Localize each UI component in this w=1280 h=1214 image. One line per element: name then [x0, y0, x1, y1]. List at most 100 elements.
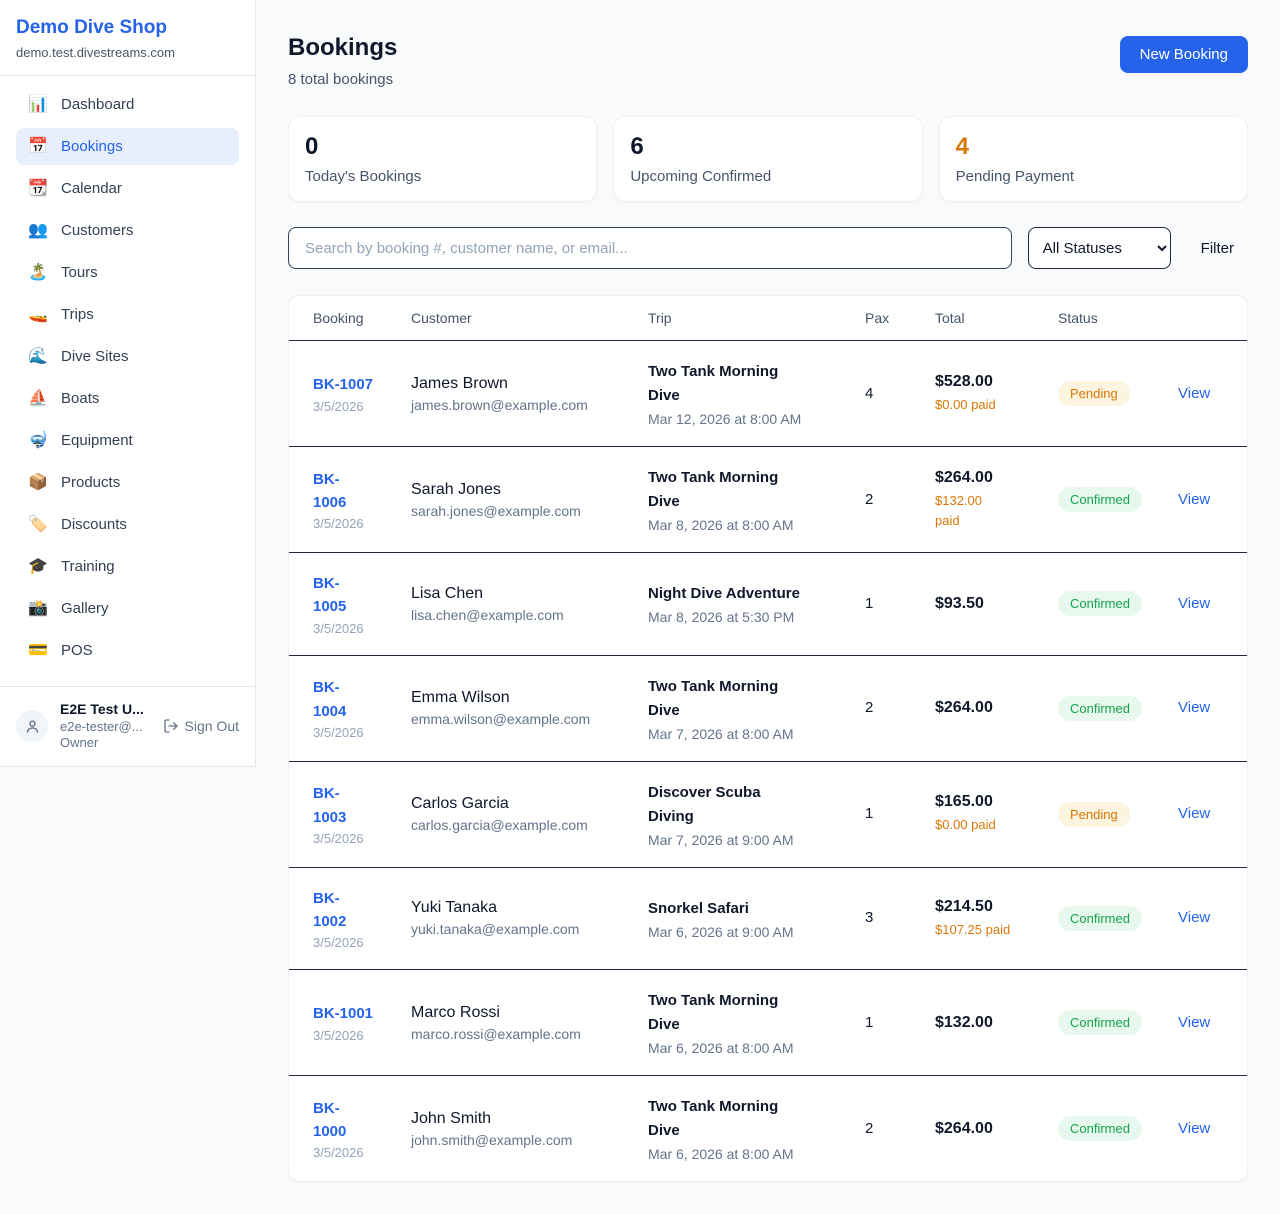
sign-out-button[interactable]: Sign Out	[163, 718, 239, 734]
search-input[interactable]	[288, 227, 1012, 269]
pax-count: 2	[865, 491, 873, 508]
island-icon: 🏝️	[28, 265, 48, 281]
sidebar: Demo Dive Shop demo.test.divestreams.com…	[0, 0, 256, 767]
controls-row: All Statuses Filter	[288, 227, 1248, 269]
graduation-cap-icon: 🎓	[28, 559, 48, 575]
sidebar-item-boats[interactable]: ⛵ Boats	[16, 380, 239, 417]
trip-datetime: Mar 6, 2026 at 9:00 AM	[648, 924, 845, 940]
sidebar-item-dive-sites[interactable]: 🌊 Dive Sites	[16, 338, 239, 375]
total-amount: $264.00	[935, 699, 1038, 717]
view-link[interactable]: View	[1178, 385, 1210, 402]
user-info: E2E Test U... e2e-tester@... Owner	[60, 701, 151, 752]
status-badge: Confirmed	[1058, 1010, 1142, 1035]
sidebar-item-customers[interactable]: 👥 Customers	[16, 212, 239, 249]
pax-count: 1	[865, 595, 873, 612]
pax-count: 2	[865, 1120, 873, 1137]
bookings-count: 8 total bookings	[288, 71, 397, 88]
sidebar-item-discounts[interactable]: 🏷️ Discounts	[16, 506, 239, 543]
dive-mask-icon: 🤿	[28, 433, 48, 449]
booking-id-link[interactable]: BK- 1005	[313, 572, 346, 619]
sidebar-item-tours[interactable]: 🏝️ Tours	[16, 254, 239, 291]
total-amount: $132.00	[935, 1014, 1038, 1032]
customer-email: yuki.tanaka@example.com	[411, 921, 628, 937]
booking-id-link[interactable]: BK- 1002	[313, 887, 346, 934]
trip-name: Two Tank Morning Dive	[648, 360, 845, 408]
table-row: BK- 1003 3/5/2026 Carlos Garcia carlos.g…	[289, 761, 1248, 867]
col-header-pax: Pax	[855, 296, 925, 341]
booking-id-link[interactable]: BK-1001	[313, 1002, 373, 1025]
calendar-icon: 📆	[28, 181, 48, 197]
sidebar-item-gallery[interactable]: 📸 Gallery	[16, 590, 239, 627]
view-link[interactable]: View	[1178, 909, 1210, 926]
booking-date: 3/5/2026	[313, 621, 391, 636]
customer-name: Lisa Chen	[411, 585, 628, 603]
col-header-total: Total	[925, 296, 1048, 341]
customer-name: John Smith	[411, 1110, 628, 1128]
view-link[interactable]: View	[1178, 491, 1210, 508]
trip-datetime: Mar 8, 2026 at 8:00 AM	[648, 517, 845, 533]
sidebar-item-label: Boats	[61, 390, 99, 407]
pax-count: 3	[865, 909, 873, 926]
sidebar-item-label: Gallery	[61, 600, 109, 617]
status-badge: Pending	[1058, 381, 1130, 406]
sidebar-item-label: Discounts	[61, 516, 127, 533]
sidebar-item-bookings[interactable]: 📅 Bookings	[16, 128, 239, 165]
trip-datetime: Mar 7, 2026 at 9:00 AM	[648, 832, 845, 848]
table-row: BK- 1000 3/5/2026 John Smith john.smith@…	[289, 1076, 1248, 1182]
new-booking-button[interactable]: New Booking	[1120, 36, 1248, 73]
stats-row: 0 Today's Bookings 6 Upcoming Confirmed …	[288, 116, 1248, 202]
trip-name: Snorkel Safari	[648, 897, 845, 921]
trip-name: Two Tank Morning Dive	[648, 1095, 845, 1143]
sidebar-item-products[interactable]: 📦 Products	[16, 464, 239, 501]
booking-id-link[interactable]: BK-1007	[313, 373, 373, 396]
sidebar-item-label: Equipment	[61, 432, 133, 449]
trip-datetime: Mar 6, 2026 at 8:00 AM	[648, 1146, 845, 1162]
customer-name: James Brown	[411, 375, 628, 393]
status-filter-select[interactable]: All Statuses	[1028, 227, 1171, 269]
booking-id-link[interactable]: BK- 1003	[313, 782, 346, 829]
view-link[interactable]: View	[1178, 699, 1210, 716]
trip-name: Night Dive Adventure	[648, 582, 845, 606]
sidebar-item-dashboard[interactable]: 📊 Dashboard	[16, 86, 239, 123]
package-icon: 📦	[28, 475, 48, 491]
sidebar-header: Demo Dive Shop demo.test.divestreams.com	[0, 0, 255, 76]
sidebar-item-training[interactable]: 🎓 Training	[16, 548, 239, 585]
sidebar-item-calendar[interactable]: 📆 Calendar	[16, 170, 239, 207]
sidebar-item-equipment[interactable]: 🤿 Equipment	[16, 422, 239, 459]
trip-datetime: Mar 6, 2026 at 8:00 AM	[648, 1040, 845, 1056]
wave-icon: 🌊	[28, 349, 48, 365]
view-link[interactable]: View	[1178, 1014, 1210, 1031]
pax-count: 4	[865, 385, 873, 402]
stat-card: 0 Today's Bookings	[288, 116, 597, 202]
total-amount: $528.00	[935, 373, 1038, 391]
view-link[interactable]: View	[1178, 805, 1210, 822]
sidebar-item-pos[interactable]: 💳 POS	[16, 632, 239, 669]
sidebar-item-label: Products	[61, 474, 120, 491]
trip-datetime: Mar 8, 2026 at 5:30 PM	[648, 609, 845, 625]
filter-button[interactable]: Filter	[1187, 232, 1248, 265]
view-link[interactable]: View	[1178, 595, 1210, 612]
table-row: BK- 1005 3/5/2026 Lisa Chen lisa.chen@ex…	[289, 553, 1248, 656]
col-header-status: Status	[1048, 296, 1168, 341]
booking-id-link[interactable]: BK- 1000	[313, 1097, 346, 1144]
table-row: BK- 1004 3/5/2026 Emma Wilson emma.wilso…	[289, 655, 1248, 761]
view-link[interactable]: View	[1178, 1120, 1210, 1137]
booking-id-link[interactable]: BK- 1006	[313, 468, 346, 515]
stat-label: Today's Bookings	[305, 168, 580, 185]
user-email: e2e-tester@...	[60, 719, 151, 735]
trip-name: Two Tank Morning Dive	[648, 675, 845, 723]
customer-name: Emma Wilson	[411, 689, 628, 707]
bookings-table-card: Booking Customer Trip Pax Total Status B…	[288, 295, 1248, 1182]
customer-name: Sarah Jones	[411, 481, 628, 499]
sign-out-label: Sign Out	[185, 718, 239, 734]
table-row: BK- 1002 3/5/2026 Yuki Tanaka yuki.tanak…	[289, 867, 1248, 970]
table-row: BK- 1006 3/5/2026 Sarah Jones sarah.jone…	[289, 447, 1248, 553]
sidebar-item-trips[interactable]: 🚤 Trips	[16, 296, 239, 333]
sidebar-item-label: Training	[61, 558, 115, 575]
page-title: Bookings	[288, 34, 397, 62]
sidebar-item-label: POS	[61, 642, 93, 659]
table-row: BK-1007 3/5/2026 James Brown james.brown…	[289, 341, 1248, 447]
booking-id-link[interactable]: BK- 1004	[313, 676, 346, 723]
user-name: E2E Test U...	[60, 701, 151, 717]
bookings-table: Booking Customer Trip Pax Total Status B…	[289, 296, 1248, 1181]
